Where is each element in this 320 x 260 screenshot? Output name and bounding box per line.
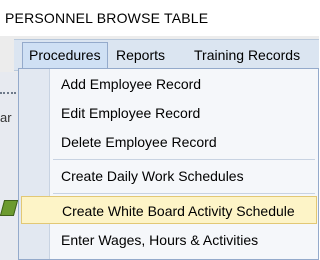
left-panel bbox=[0, 72, 18, 260]
menu-separator bbox=[53, 159, 315, 160]
menu-reports[interactable]: Reports bbox=[110, 44, 171, 66]
menu-item-add-employee-record[interactable]: Add Employee Record bbox=[51, 70, 201, 98]
left-panel-text: ar bbox=[0, 110, 12, 125]
menubar: Procedures Reports Training Records bbox=[14, 39, 319, 71]
menu-item-create-daily-work-schedules[interactable]: Create Daily Work Schedules bbox=[51, 162, 244, 190]
menu-item-enter-wages-hours-activities[interactable]: Enter Wages, Hours & Activities bbox=[51, 226, 258, 254]
menu-item-create-white-board-activity-schedule[interactable]: Create White Board Activity Schedule bbox=[21, 196, 317, 224]
window-titlebar: PERSONNEL BROWSE TABLE bbox=[0, 0, 319, 36]
menu-procedures[interactable]: Procedures bbox=[22, 42, 108, 68]
left-panel-dots bbox=[0, 92, 16, 98]
procedures-dropdown-menu: Add Employee Record Edit Employee Record… bbox=[18, 68, 319, 260]
menu-icon-gutter bbox=[19, 69, 50, 259]
window-title: PERSONNEL BROWSE TABLE bbox=[5, 10, 209, 26]
menu-separator bbox=[53, 193, 315, 194]
menu-training-records[interactable]: Training Records bbox=[188, 44, 306, 66]
menu-item-edit-employee-record[interactable]: Edit Employee Record bbox=[51, 99, 200, 127]
menu-item-delete-employee-record[interactable]: Delete Employee Record bbox=[51, 128, 217, 156]
